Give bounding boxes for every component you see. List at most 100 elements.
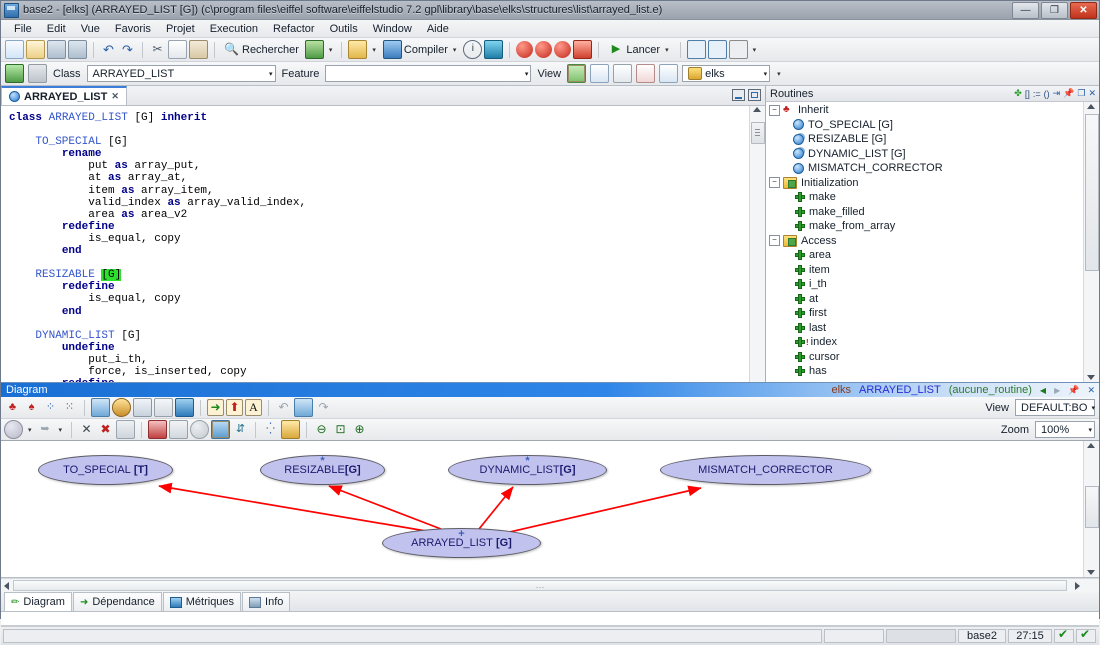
highlight-icon[interactable]: [281, 420, 301, 439]
cluster-more-caret[interactable]: ▾: [774, 70, 784, 78]
breadcrumb-cluster[interactable]: elks: [831, 384, 851, 396]
canvas-horizontal-scrollbar[interactable]: ⋯: [1, 578, 1099, 592]
routines-item-cursor[interactable]: cursor: [766, 350, 1083, 365]
routines-group-access[interactable]: − Access: [766, 234, 1083, 249]
brackets-icon[interactable]: []: [1025, 89, 1030, 99]
eraser-icon[interactable]: [116, 420, 136, 439]
close-icon[interactable]: ✕: [1087, 385, 1095, 396]
minimize-pane-button[interactable]: [732, 89, 745, 101]
menu-execution[interactable]: Execution: [203, 22, 265, 36]
routines-item-at[interactable]: at: [766, 292, 1083, 307]
save-icon[interactable]: [47, 40, 66, 59]
close-icon[interactable]: ✕: [1088, 88, 1096, 99]
sort-feature-icon[interactable]: ✤: [1014, 88, 1022, 99]
routines-item-make[interactable]: make: [766, 190, 1083, 205]
arrow-right-icon[interactable]: ➜: [207, 399, 224, 416]
feature-combo[interactable]: ▾: [325, 65, 532, 82]
color-icon[interactable]: [148, 420, 168, 439]
scroll-up-icon[interactable]: [753, 107, 761, 112]
routines-item-has[interactable]: has: [766, 364, 1083, 379]
palette-icon[interactable]: [175, 398, 194, 417]
text-icon[interactable]: A: [245, 399, 262, 416]
window-caret[interactable]: ▾: [750, 46, 760, 54]
expander-icon[interactable]: −: [769, 235, 780, 247]
new-cluster-icon[interactable]: [26, 40, 45, 59]
pin-icon[interactable]: 📌: [1068, 385, 1079, 396]
class-combo[interactable]: ARRAYED_LIST ▾: [86, 65, 276, 82]
show-ancestors-icon[interactable]: ⁘: [42, 399, 59, 416]
routines-item-index[interactable]: ! index: [766, 335, 1083, 350]
routines-item-first[interactable]: first: [766, 306, 1083, 321]
run-button[interactable]: ▶ Lancer ▾: [605, 40, 673, 59]
routines-item-to-special[interactable]: TO_SPECIAL [G]: [766, 118, 1083, 133]
expander-icon[interactable]: −: [769, 104, 780, 116]
undo-icon[interactable]: ↶: [100, 41, 117, 58]
world-icon[interactable]: [112, 398, 131, 417]
redo-icon[interactable]: ↷: [315, 399, 332, 416]
menu-projet[interactable]: Projet: [159, 22, 202, 36]
breadcrumb-routine[interactable]: (aucune_routine): [949, 384, 1032, 396]
card-icon[interactable]: [133, 398, 152, 417]
routines-vertical-scrollbar[interactable]: [1083, 102, 1099, 382]
diagram-canvas[interactable]: TO_SPECIAL [T] * RESIZABLE [G] * DYNAMIC_…: [1, 441, 1099, 578]
arrow-up-icon[interactable]: ⬆: [226, 399, 243, 416]
close-icon[interactable]: ✕: [111, 91, 119, 102]
go-forward-icon[interactable]: [28, 64, 47, 83]
fit-icon[interactable]: ⊡: [332, 421, 349, 438]
scroll-right-icon[interactable]: [1075, 581, 1080, 590]
freeze-icon[interactable]: [484, 40, 504, 59]
tab-dependance[interactable]: ➜ Dépendance: [72, 592, 162, 611]
redo-icon[interactable]: ↷: [119, 41, 136, 58]
scroll-down-icon[interactable]: [1087, 375, 1095, 380]
scrollbar-thumb[interactable]: [1085, 114, 1099, 271]
debug-kill-icon[interactable]: [554, 41, 572, 58]
search-button[interactable]: 🔍 Rechercher: [221, 40, 303, 59]
menu-outils[interactable]: Outils: [323, 22, 365, 36]
assign-icon[interactable]: :=: [1033, 89, 1041, 99]
minimize-button[interactable]: —: [1012, 2, 1039, 19]
target-icon[interactable]: [348, 40, 368, 59]
scroll-left-icon[interactable]: [4, 581, 9, 590]
menu-vue[interactable]: Vue: [74, 22, 107, 36]
pin-icon[interactable]: 📌: [1063, 88, 1074, 99]
new-class-icon[interactable]: [5, 40, 24, 59]
diagram-view-combo[interactable]: DEFAULT:BO ▾: [1015, 399, 1095, 416]
export-icon[interactable]: ⇥: [1053, 88, 1061, 99]
diagram-node-to-special[interactable]: TO_SPECIAL [T]: [38, 455, 173, 485]
menu-edit[interactable]: Edit: [40, 22, 73, 36]
project-settings-caret[interactable]: ▾: [326, 46, 336, 54]
maximize-pane-button[interactable]: [748, 89, 761, 101]
close-button[interactable]: ✕: [1070, 2, 1097, 19]
target-caret[interactable]: ▾: [369, 46, 379, 54]
show-descendants-icon[interactable]: ⁙: [61, 399, 78, 416]
clients-view-icon[interactable]: [659, 64, 679, 83]
tab-info[interactable]: Info: [242, 592, 291, 611]
routines-group-initialization[interactable]: − Initialization: [766, 176, 1083, 191]
editor-vertical-scrollbar[interactable]: [749, 106, 765, 382]
sort-icon[interactable]: ⇵: [232, 421, 249, 438]
diagram-node-arrayed-list[interactable]: + ARRAYED_LIST [G]: [382, 528, 541, 558]
diagram-zoom-combo[interactable]: 100% ▾: [1035, 421, 1095, 438]
cut-icon[interactable]: ✂: [149, 41, 166, 58]
routines-item-i-th[interactable]: i_th: [766, 277, 1083, 292]
interface-view-icon[interactable]: [636, 64, 656, 83]
flat-view-icon[interactable]: [590, 64, 610, 83]
info-icon[interactable]: i: [463, 40, 483, 59]
scroll-up-icon[interactable]: [1087, 104, 1095, 109]
layout-icon[interactable]: [169, 420, 189, 439]
client-view-icon[interactable]: ♠: [23, 399, 40, 416]
compile-button[interactable]: Compiler ▾: [381, 40, 462, 59]
back-icon[interactable]: [211, 420, 231, 439]
add-node-icon[interactable]: ⁛: [262, 421, 279, 438]
parens-icon[interactable]: (): [1044, 89, 1050, 99]
undo-icon[interactable]: ↶: [275, 399, 292, 416]
scrollbar-thumb[interactable]: [1085, 486, 1099, 528]
project-settings-icon[interactable]: [304, 40, 324, 59]
nav-next-icon[interactable]: ▶: [1054, 386, 1060, 395]
routines-item-make-from-array[interactable]: make_from_array: [766, 219, 1083, 234]
routines-item-area[interactable]: area: [766, 248, 1083, 263]
save-all-icon[interactable]: [68, 40, 87, 59]
nav-prev-icon[interactable]: ◀: [1040, 386, 1046, 395]
tab-diagram[interactable]: ✏ Diagram: [4, 592, 72, 611]
scroll-up-icon[interactable]: [1087, 443, 1095, 448]
